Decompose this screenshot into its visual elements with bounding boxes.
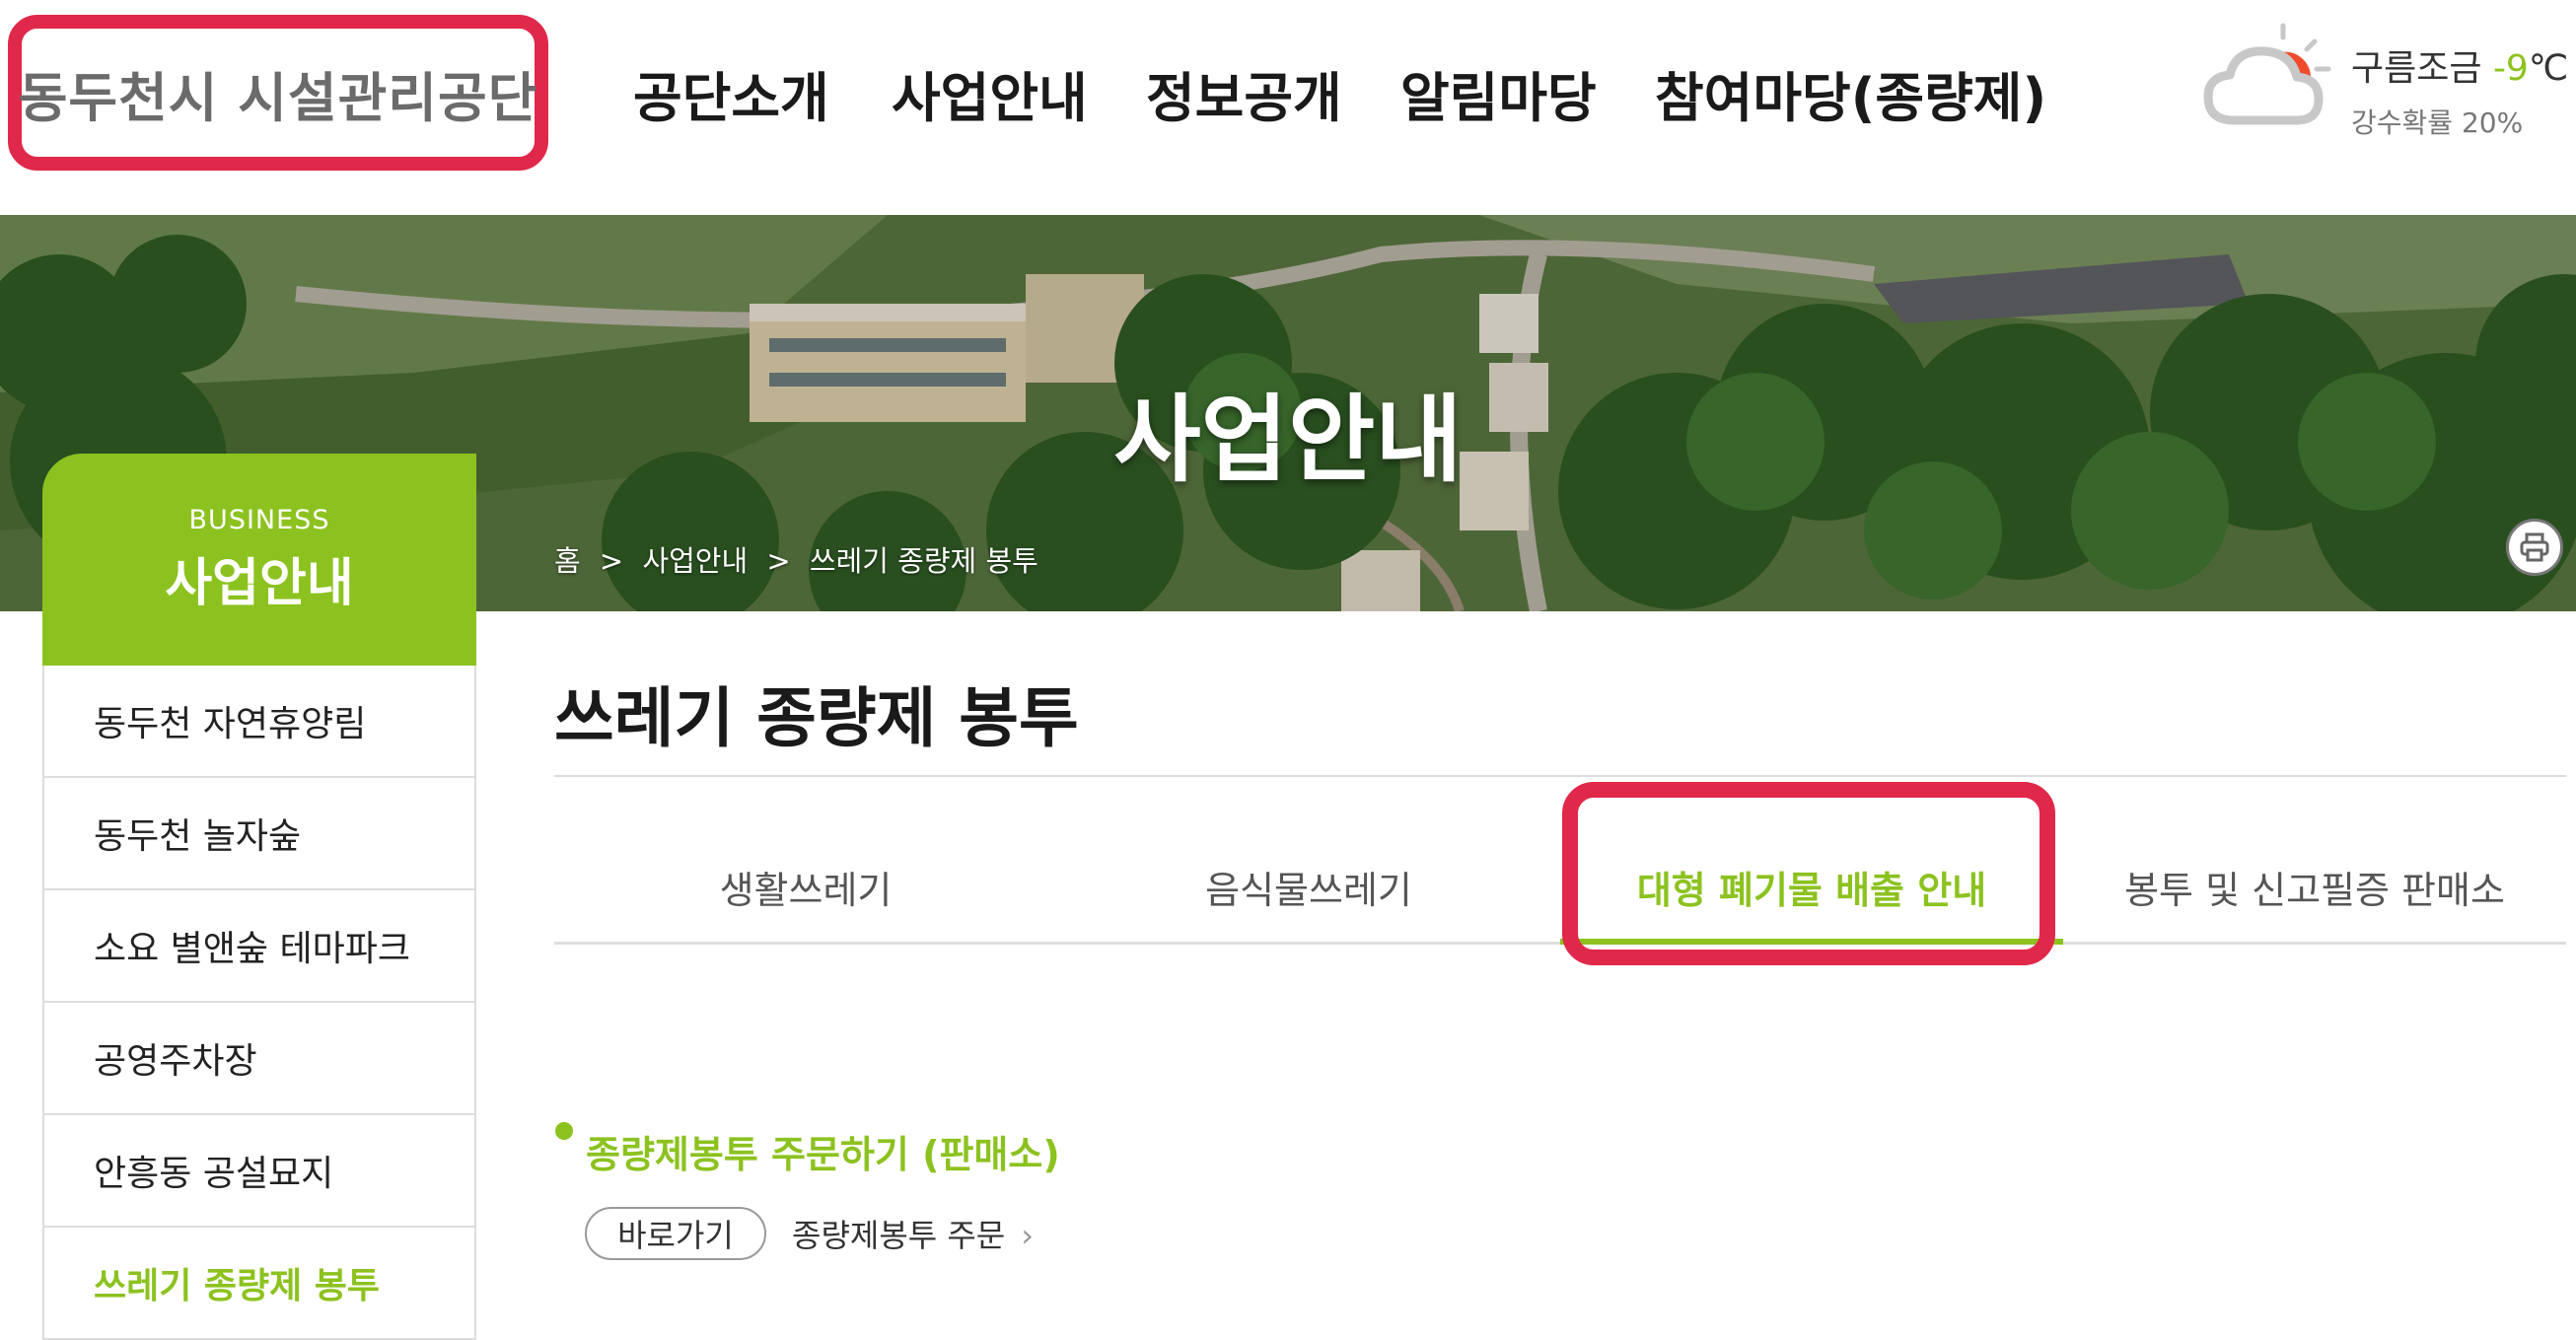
breadcrumb-separator: > xyxy=(599,544,624,578)
nav-item-info[interactable]: 정보공개 xyxy=(1146,54,1342,132)
sidebar-item-play-forest[interactable]: 동두천 놀자숲 xyxy=(44,778,474,890)
weather-condition: 구름조금 -9℃ xyxy=(2351,39,2568,91)
breadcrumb-current[interactable]: 쓰레기 종량제 봉투 xyxy=(810,544,1038,578)
printer-icon xyxy=(2520,532,2549,562)
breadcrumb-business[interactable]: 사업안내 xyxy=(642,544,748,578)
tab-sales-locations[interactable]: 봉투 및 신고필증 판매소 xyxy=(2063,828,2566,945)
section-bullet-icon xyxy=(555,1122,573,1140)
nav-item-notice[interactable]: 알림마당 xyxy=(1400,54,1597,132)
weather-rain-chance: 강수확률 20% xyxy=(2351,106,2524,139)
weather-temperature: -9 xyxy=(2492,48,2529,89)
content-tabs: 생활쓰레기 음식물쓰레기 대형 폐기물 배출 안내 봉투 및 신고필증 판매소 xyxy=(554,828,2566,945)
weather-unit: ℃ xyxy=(2528,48,2569,89)
sidebar-item-cemetery[interactable]: 안흥동 공설묘지 xyxy=(44,1115,474,1228)
tab-bulky-waste[interactable]: 대형 폐기물 배출 안내 xyxy=(1560,828,2063,945)
sidebar: BUSINESS 사업안내 동두천 자연휴양림 동두천 놀자숲 소요 별앤숲 테… xyxy=(42,454,476,1340)
breadcrumb-home[interactable]: 홈 xyxy=(554,544,581,578)
logo[interactable]: 동두천시 시설관리공단 xyxy=(8,15,548,171)
sidebar-item-parking[interactable]: 공영주차장 xyxy=(44,1003,474,1115)
page-title: 쓰레기 종량제 봉투 xyxy=(554,680,1079,756)
breadcrumb: 홈 > 사업안내 > 쓰레기 종량제 봉투 xyxy=(554,538,1048,580)
sidebar-item-garbage-bags[interactable]: 쓰레기 종량제 봉투 xyxy=(44,1228,474,1340)
order-link[interactable]: 종량제봉투 주문 › xyxy=(792,1211,1034,1256)
sidebar-title: 사업안내 xyxy=(165,553,354,613)
active-tab-indicator xyxy=(1560,939,2063,945)
site-header: 동두천시 시설관리공단 공단소개 사업안내 정보공개 알림마당 참여마당(종량제… xyxy=(0,0,2576,215)
order-link-label: 종량제봉투 주문 xyxy=(792,1217,1006,1254)
sidebar-header: BUSINESS 사업안내 xyxy=(42,454,476,666)
tab-food-waste[interactable]: 음식물쓰레기 xyxy=(1057,828,1560,945)
print-button[interactable] xyxy=(2506,519,2563,576)
nav-item-participation[interactable]: 참여마당(종량제) xyxy=(1655,54,2046,132)
sidebar-item-theme-park[interactable]: 소요 별앤숲 테마파크 xyxy=(44,890,474,1003)
chevron-right-icon: › xyxy=(1021,1217,1035,1254)
title-divider xyxy=(554,775,2566,777)
nav-item-business[interactable]: 사업안내 xyxy=(892,54,1088,132)
breadcrumb-separator: > xyxy=(766,544,791,578)
tab-household-waste[interactable]: 생활쓰레기 xyxy=(554,828,1057,945)
sidebar-item-recreation-forest[interactable]: 동두천 자연휴양림 xyxy=(44,666,474,778)
sidebar-menu: 동두천 자연휴양림 동두천 놀자숲 소요 별앤숲 테마파크 공영주차장 안흥동 … xyxy=(42,666,476,1340)
section-title: 종량제봉투 주문하기 (판매소) xyxy=(586,1133,1060,1176)
logo-text: 동두천시 시설관리공단 xyxy=(18,66,538,129)
nav-item-about[interactable]: 공단소개 xyxy=(633,54,829,132)
goto-button[interactable]: 바로가기 xyxy=(585,1207,766,1260)
weather-condition-text: 구름조금 xyxy=(2351,48,2482,89)
cloud-sun-icon xyxy=(2203,23,2331,125)
sidebar-eng-label: BUSINESS xyxy=(188,504,330,535)
